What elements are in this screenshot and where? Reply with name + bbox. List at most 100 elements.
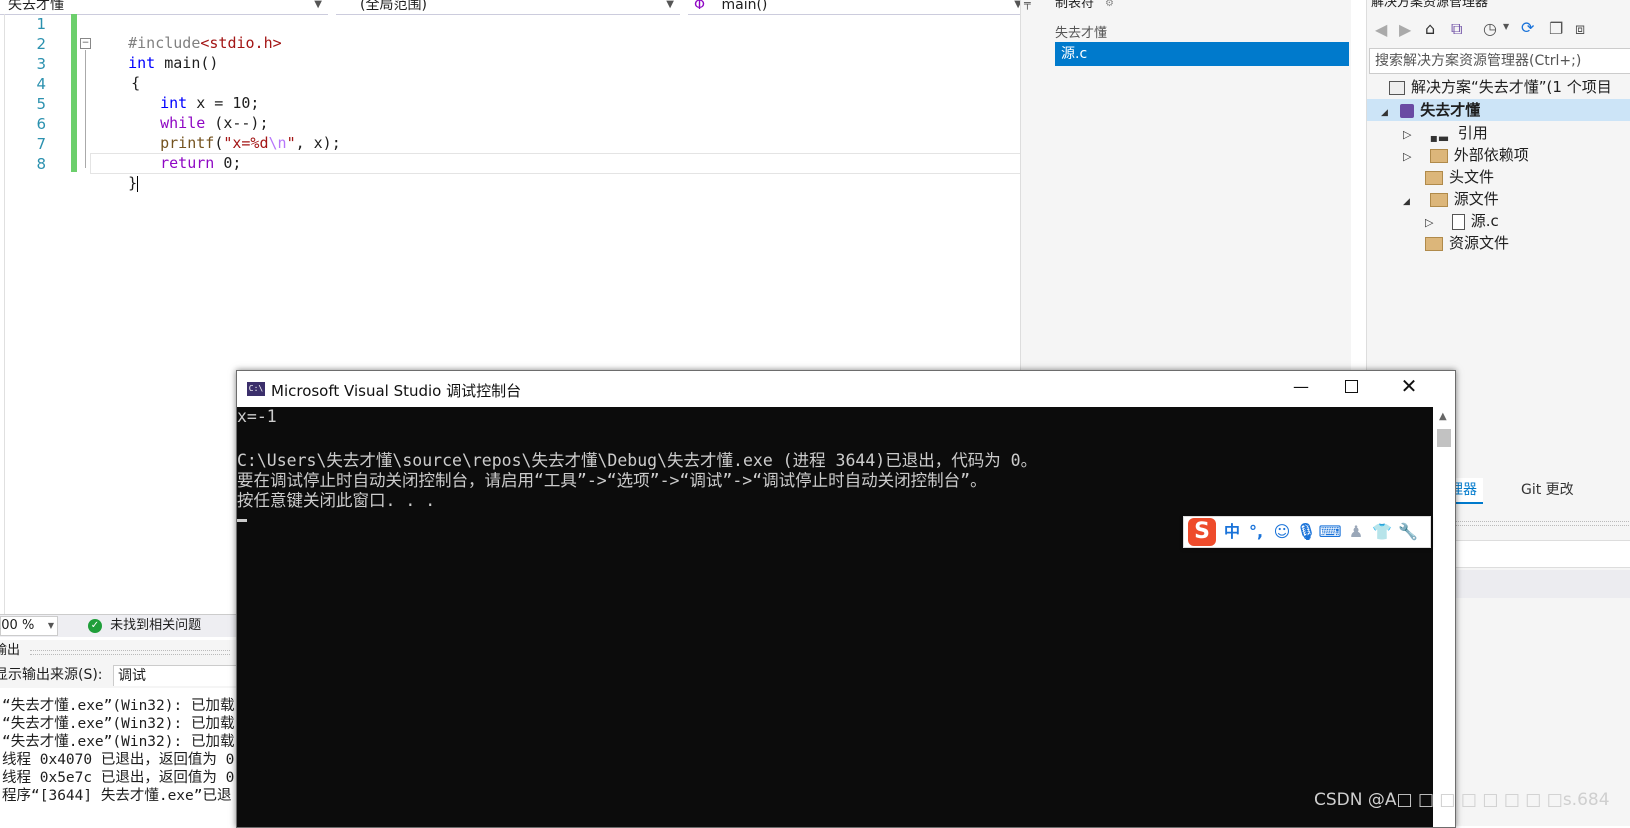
text-cursor (137, 175, 139, 192)
tree-item-label: 资源文件 (1449, 234, 1510, 252)
scope-dropdown[interactable]: (全局范围) ▼ (336, 0, 680, 15)
references-icon: ▪▬ (1429, 130, 1450, 145)
line-number: 2 (36, 35, 46, 53)
show-all-files-icon[interactable]: ⧈ (1575, 19, 1585, 39)
wrench-icon[interactable]: 🔧 (1396, 520, 1420, 544)
line-number: 1 (36, 15, 46, 33)
forward-icon[interactable]: ▶ (1399, 20, 1411, 39)
console-title: Microsoft Visual Studio 调试控制台 (271, 382, 522, 400)
keyboard-icon[interactable]: ⌨ (1318, 520, 1342, 544)
collapsed-arrow-icon: ▷ (1425, 216, 1434, 229)
code-text: } (128, 174, 138, 192)
output-source-select[interactable]: 调试 (113, 665, 236, 686)
tab-git-changes[interactable]: Git 更改 (1515, 478, 1580, 502)
tree-item-label: 解决方案“失去才懂”(1 个项目 (1411, 78, 1612, 96)
outlining-toggle[interactable]: − (80, 38, 91, 49)
close-button[interactable]: ✕ (1397, 374, 1421, 398)
console-content[interactable]: x=-1 C:\Users\失去才懂\source\repos\失去才懂\Deb… (237, 407, 1433, 827)
tree-item-source-files[interactable]: ◢ 源文件 (1403, 188, 1499, 210)
symbols-pane: ╤ 制表符 ⚙ 失去才懂 源.c (1020, 0, 1351, 370)
tree-item-project[interactable]: ◢ 失去才懂 (1381, 99, 1480, 121)
output-source-value: 调试 (118, 668, 146, 684)
project-dropdown-label: 失去才懂 (8, 0, 64, 13)
issues-label: 未找到相关问题 (110, 618, 202, 633)
ime-mode-toggle[interactable]: 中 (1220, 520, 1244, 544)
punctuation-icon[interactable]: °, (1244, 520, 1268, 544)
home-icon[interactable]: ⌂ (1425, 19, 1435, 38)
c-file-icon (1451, 213, 1465, 230)
tree-item-label: 外部依赖项 (1453, 146, 1529, 164)
scroll-thumb[interactable] (1437, 429, 1451, 447)
gear-icon[interactable]: ⚙ (1105, 0, 1114, 9)
folder-icon (1425, 236, 1443, 251)
scroll-up-arrow[interactable]: ▲ (1439, 411, 1447, 422)
tree-item-label: 失去才懂 (1420, 101, 1481, 119)
minimize-button[interactable]: — (1289, 377, 1313, 396)
console-titlebar[interactable]: C:\ Microsoft Visual Studio 调试控制台 — ✕ (237, 371, 1455, 407)
expanded-arrow-icon: ◢ (1403, 197, 1410, 207)
tree-item-source-c[interactable]: ▷ 源.c (1425, 210, 1499, 232)
output-text[interactable]: “失去才懂.exe”(Win32): 已加载 “失去才懂.exe”(Win32)… (0, 688, 236, 826)
solution-search-input[interactable]: 搜索解决方案资源管理器(Ctrl+;) (1369, 48, 1630, 74)
code-line[interactable]: return 0; (124, 136, 241, 190)
function-dropdown-label: main() (721, 0, 768, 13)
solution-explorer-title-label: 解决方案资源管理器 (1371, 0, 1489, 10)
output-source-label: 显示输出来源(S): (0, 667, 103, 683)
user-icon[interactable]: ♟ (1344, 520, 1368, 544)
function-icon: Φ (694, 0, 706, 13)
tree-item-label: 引用 (1457, 124, 1488, 142)
code-text: , x); (295, 134, 341, 152)
switch-views-icon[interactable]: ⧉ (1451, 19, 1462, 39)
tree-item-headers[interactable]: 头文件 (1425, 166, 1494, 188)
back-icon[interactable]: ◀ (1375, 20, 1387, 39)
zoom-level: 100 % (0, 618, 35, 633)
zoom-dropdown[interactable]: 100 % ▼ (0, 616, 58, 636)
tree-item-external-deps[interactable]: ▷ 外部依赖项 (1403, 144, 1529, 166)
collapsed-arrow-icon: ▷ (1403, 150, 1412, 163)
function-dropdown[interactable]: Φ main() ▼ (688, 0, 1028, 15)
expanded-arrow-icon: ◢ (1381, 108, 1388, 118)
pin-icon[interactable]: ╤ (1024, 0, 1031, 9)
console-scrollbar[interactable]: ▲ (1433, 407, 1455, 827)
sogou-logo-icon[interactable]: S (1188, 518, 1216, 546)
code-line[interactable]: } (92, 156, 139, 210)
emoji-icon[interactable]: ☺ (1270, 520, 1294, 544)
keyword: return (160, 154, 215, 172)
tree-item-resources[interactable]: 资源文件 (1425, 232, 1509, 254)
output-line: 程序“[3644] 失去才懂.exe”已退 (2, 788, 232, 804)
solution-icon (1389, 80, 1405, 95)
editor-left-border (4, 14, 5, 618)
selected-file-label: 源.c (1061, 46, 1088, 62)
chevron-down-icon[interactable]: ▼ (1503, 22, 1509, 31)
pending-changes-icon[interactable]: ◷ (1483, 19, 1497, 38)
tree-item-label: 源.c (1470, 212, 1499, 230)
issues-indicator[interactable]: ✓ 未找到相关问题 (88, 616, 201, 636)
code-text: main() (155, 54, 219, 72)
output-pane: 输出 显示输出来源(S): 调试 “失去才懂.exe”(Win32): 已加载 … (0, 640, 236, 826)
tree-item-solution[interactable]: 解决方案“失去才懂”(1 个项目 (1389, 76, 1612, 98)
refresh-icon[interactable]: ⟳ (1521, 18, 1534, 37)
search-placeholder: 搜索解决方案资源管理器(Ctrl+;) (1375, 53, 1582, 69)
change-bar (71, 14, 77, 172)
project-dropdown[interactable]: 失去才懂 ▼ (0, 0, 328, 15)
solution-explorer-toolbar: ◀ ▶ ⌂ ⧉ ◷ ▼ ⟳ ❐ ⧈ (1371, 18, 1630, 44)
tree-item-label: 源文件 (1453, 190, 1499, 208)
tree-item-label: 头文件 (1449, 168, 1495, 186)
folder-icon (1425, 170, 1443, 185)
microphone-icon[interactable]: 🎙 (1294, 520, 1318, 544)
line-number: 6 (36, 115, 46, 133)
line-number: 8 (36, 155, 46, 173)
symbols-pane-header: ╤ 制表符 ⚙ (1021, 0, 1351, 14)
console-cursor (237, 519, 247, 522)
skin-icon[interactable]: 👕 (1370, 520, 1394, 544)
maximize-button[interactable] (1345, 380, 1358, 393)
symbols-selected-file[interactable]: 源.c (1055, 42, 1349, 66)
console-window: C:\ Microsoft Visual Studio 调试控制台 — ✕ x=… (236, 370, 1456, 828)
outlining-line (85, 50, 86, 168)
external-deps-icon (1429, 148, 1448, 163)
chevron-down-icon: ▼ (314, 0, 322, 10)
collapse-all-icon[interactable]: ❐ (1549, 19, 1563, 38)
tree-item-references[interactable]: ▷ ▪▬ 引用 (1403, 122, 1488, 145)
solution-explorer-title: 解决方案资源管理器 (1371, 0, 1630, 12)
console-line: x=-1 (237, 407, 277, 426)
